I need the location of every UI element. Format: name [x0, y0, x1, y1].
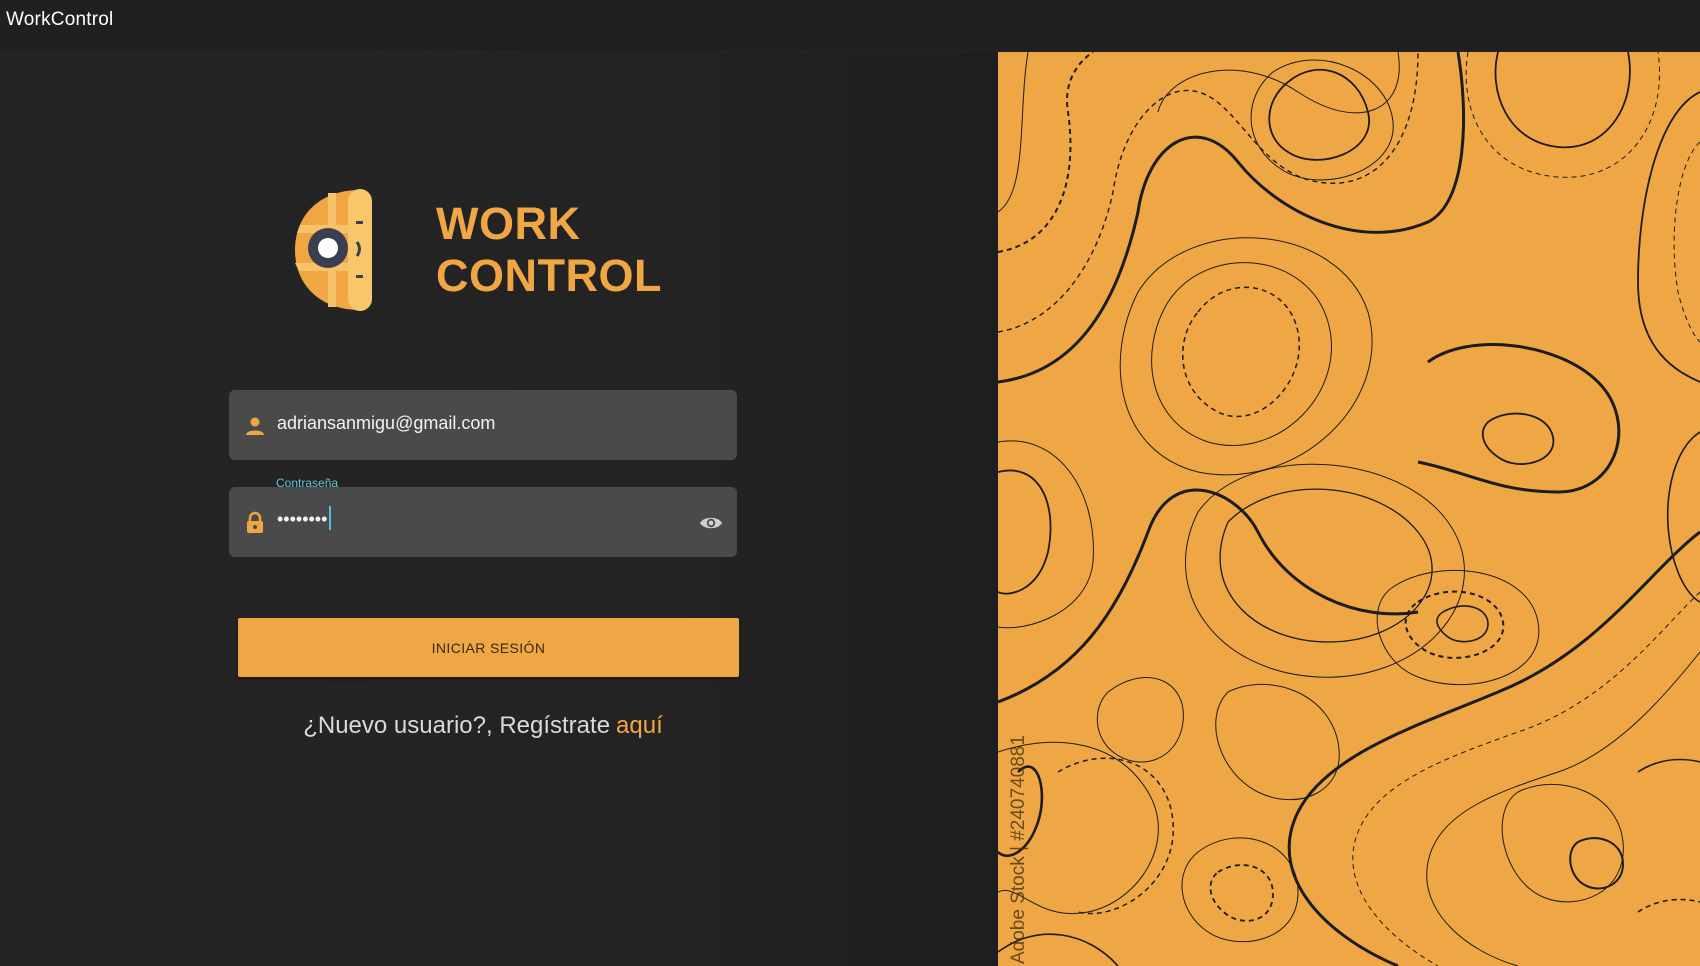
email-value[interactable]: adriansanmigu@gmail.com: [277, 413, 495, 434]
password-mask: ••••••••: [277, 508, 328, 529]
topographic-image-panel: [998, 52, 1700, 966]
email-field[interactable]: adriansanmigu@gmail.com: [229, 390, 737, 460]
password-field[interactable]: ••••••••: [229, 487, 737, 557]
brand-line-1: WORK: [436, 198, 581, 249]
window-title: WorkControl: [6, 9, 114, 30]
topographic-pattern-image: [998, 52, 1700, 966]
text-cursor: [329, 506, 332, 530]
window-titlebar: WorkControl: [0, 0, 1700, 52]
miner-helmet-logo-icon: [295, 189, 372, 311]
register-prompt: ¿Nuevo usuario?, Regístrate aquí: [0, 712, 966, 740]
register-text: ¿Nuevo usuario?, Regístrate: [303, 712, 611, 739]
password-value[interactable]: ••••••••: [277, 506, 332, 532]
eye-icon[interactable]: [699, 511, 723, 535]
register-link[interactable]: aquí: [616, 712, 663, 739]
lock-icon: [247, 511, 263, 533]
stock-watermark: Adobe Stock | #240740881: [1008, 735, 1029, 964]
brand-line-2: CONTROL: [436, 250, 662, 301]
person-icon: [246, 417, 264, 435]
login-button[interactable]: INICIAR SESIÓN: [238, 618, 739, 677]
brand-wordmark: WORK CONTROL: [436, 198, 662, 302]
